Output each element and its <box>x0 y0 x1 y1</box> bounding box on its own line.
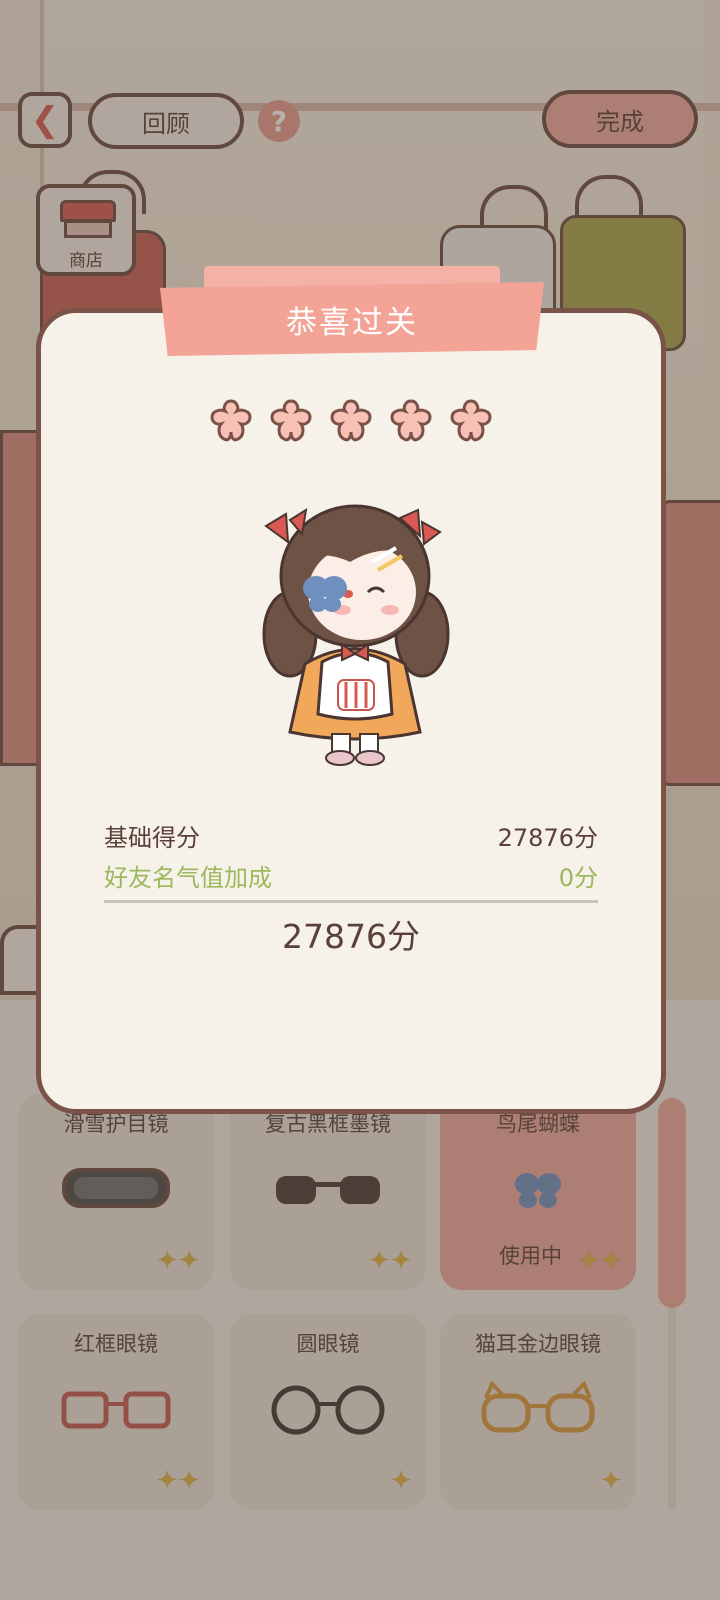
flower-star-icon <box>210 399 252 442</box>
base-score-value: 27876分 <box>497 824 598 852</box>
score-divider <box>104 900 598 903</box>
flower-star-icon <box>270 399 312 442</box>
dialog-title: 恭喜过关 <box>286 304 418 341</box>
flower-star-icon <box>330 399 372 442</box>
base-score-label: 基础得分 <box>104 824 200 852</box>
character-avatar <box>262 504 450 766</box>
friend-bonus-label: 好友名气值加成 <box>104 864 272 892</box>
star-rating <box>206 396 506 446</box>
total-score: 27876分 <box>282 917 420 956</box>
title-ribbon: 恭喜过关 <box>160 266 544 358</box>
flower-star-icon <box>450 399 492 442</box>
friend-bonus-value: 0分 <box>558 864 598 892</box>
flower-star-icon <box>390 399 432 442</box>
